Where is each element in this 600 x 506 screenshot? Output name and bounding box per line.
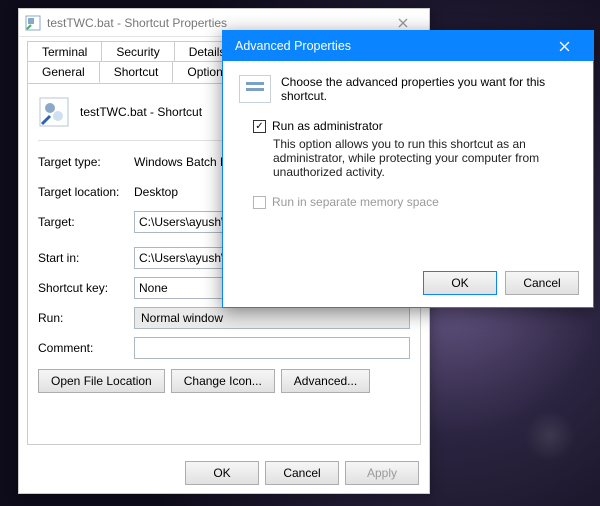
advanced-close-button[interactable]: [543, 35, 585, 57]
tab-general[interactable]: General: [27, 61, 100, 83]
run-dropdown[interactable]: Normal window: [134, 307, 410, 329]
advanced-button[interactable]: Advanced...: [281, 369, 370, 393]
advanced-intro-text: Choose the advanced properties you want …: [281, 75, 577, 103]
properties-sheet-icon: [239, 75, 271, 103]
run-separate-memory-checkbox: [253, 196, 266, 209]
desktop-background: testTWC.bat - Shortcut Properties Termin…: [0, 0, 600, 506]
comment-input[interactable]: [134, 337, 410, 359]
shortcut-key-label: Shortcut key:: [38, 281, 134, 295]
properties-apply-button[interactable]: Apply: [345, 461, 419, 485]
shortcut-file-icon: [25, 15, 41, 31]
tab-terminal[interactable]: Terminal: [27, 41, 102, 62]
properties-title: testTWC.bat - Shortcut Properties: [47, 16, 383, 30]
target-label: Target:: [38, 215, 134, 229]
shortcut-large-icon: [38, 96, 70, 128]
tab-security[interactable]: Security: [101, 41, 174, 62]
start-in-label: Start in:: [38, 251, 134, 265]
run-label: Run:: [38, 311, 134, 325]
advanced-properties-dialog: Advanced Properties Choose the advanced …: [222, 30, 594, 308]
change-icon-button[interactable]: Change Icon...: [171, 369, 275, 393]
advanced-titlebar[interactable]: Advanced Properties: [223, 31, 593, 61]
properties-ok-button[interactable]: OK: [185, 461, 259, 485]
run-as-administrator-checkbox[interactable]: [253, 120, 266, 133]
close-icon: [398, 18, 408, 28]
properties-footer: OK Cancel Apply: [19, 453, 429, 493]
run-as-administrator-description: This option allows you to run this short…: [273, 137, 577, 179]
run-as-administrator-label[interactable]: Run as administrator: [272, 119, 383, 133]
run-separate-memory-label: Run in separate memory space: [272, 195, 439, 209]
close-icon: [559, 41, 570, 52]
open-file-location-button[interactable]: Open File Location: [38, 369, 165, 393]
target-location-label: Target location:: [38, 185, 134, 199]
comment-label: Comment:: [38, 341, 134, 355]
advanced-title: Advanced Properties: [235, 39, 543, 53]
advanced-cancel-button[interactable]: Cancel: [505, 271, 579, 295]
tab-shortcut[interactable]: Shortcut: [99, 61, 174, 83]
properties-cancel-button[interactable]: Cancel: [265, 461, 339, 485]
target-type-label: Target type:: [38, 155, 134, 169]
advanced-ok-button[interactable]: OK: [423, 271, 497, 295]
